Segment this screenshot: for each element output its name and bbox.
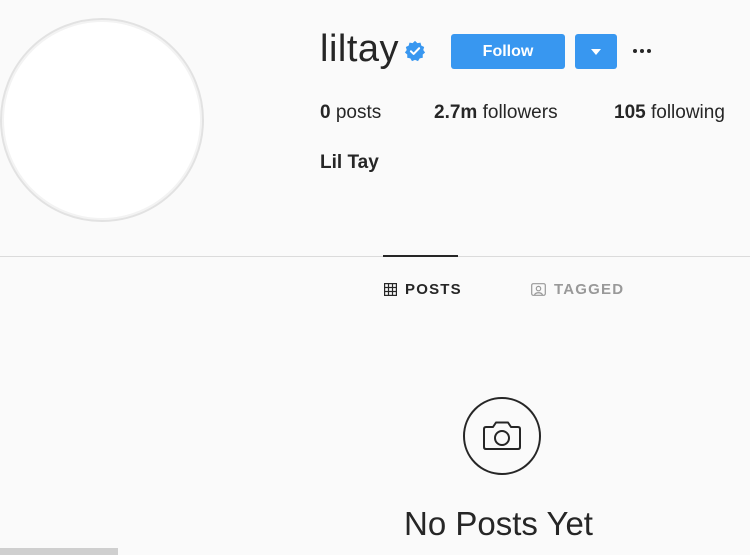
chevron-down-icon	[591, 48, 601, 55]
followers-count[interactable]: 2.7m followers	[434, 102, 558, 124]
profile-username: liltay	[320, 28, 400, 70]
profile-full-name: Lil Tay	[320, 152, 379, 173]
tab-tagged-label: TAGGED	[554, 281, 625, 298]
horizontal-scrollbar[interactable]	[0, 548, 118, 555]
profile-avatar	[0, 18, 204, 222]
following-count-value: 105	[614, 102, 646, 123]
ellipsis-icon	[633, 49, 637, 53]
tab-posts-label: POSTS	[405, 281, 462, 298]
tab-posts[interactable]: POSTS	[384, 281, 462, 298]
posts-count: 0 posts	[320, 102, 381, 124]
active-tab-indicator	[383, 255, 458, 257]
followers-count-value: 2.7m	[434, 102, 478, 123]
suggested-accounts-button[interactable]	[575, 34, 617, 69]
section-divider	[0, 256, 750, 257]
tagged-icon	[531, 283, 546, 296]
grid-icon	[384, 283, 397, 296]
follow-button[interactable]: Follow	[451, 34, 565, 69]
posts-count-value: 0	[320, 102, 331, 123]
tab-tagged[interactable]: TAGGED	[531, 281, 624, 298]
posts-count-label: posts	[335, 102, 382, 123]
camera-icon	[463, 397, 541, 475]
verified-badge-icon	[404, 40, 426, 62]
more-options-button[interactable]	[630, 38, 654, 64]
followers-count-label: followers	[482, 102, 558, 123]
following-count-label: following	[650, 102, 725, 123]
following-count[interactable]: 105 following	[614, 102, 725, 124]
empty-state-title: No Posts Yet	[404, 505, 593, 542]
